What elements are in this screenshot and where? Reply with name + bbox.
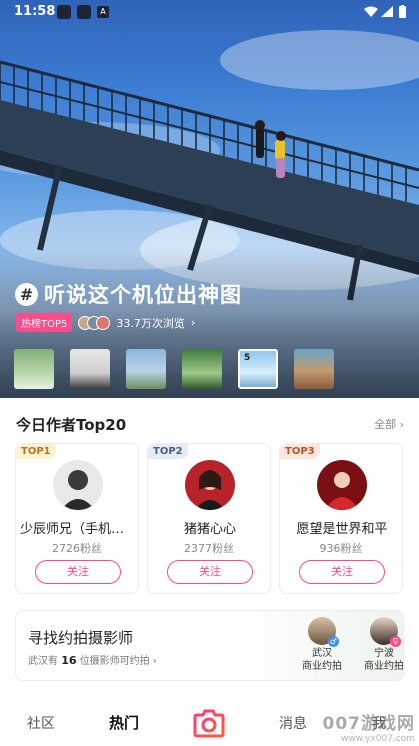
- avatar: ♀: [370, 617, 401, 647]
- avatar: [96, 315, 111, 330]
- male-icon: ♂: [328, 636, 339, 647]
- author-cards: TOP1 少辰师兄（手机摄… 2726粉丝 关注 TOP2 猪猪心心 2377粉…: [15, 443, 403, 594]
- wifi-icon: [364, 6, 378, 17]
- notification-icon: [77, 5, 91, 19]
- chevron-right-icon: ›: [190, 316, 196, 329]
- photo-thumbnail[interactable]: [126, 349, 166, 389]
- fan-count: 2726粉丝: [52, 542, 102, 555]
- topic-meta[interactable]: 热榜TOP5 33.7万次浏览 ›: [16, 313, 195, 332]
- thumbnail-index: 5: [244, 353, 251, 363]
- status-bar: 11:58 A: [0, 0, 419, 26]
- watermark-brand: 007游戏网: [322, 714, 415, 734]
- finder-subtitle-prefix: 武汉有: [28, 656, 58, 667]
- follow-button[interactable]: 关注: [299, 560, 385, 584]
- status-icons: [364, 5, 406, 18]
- rank-badge: TOP3: [280, 444, 320, 459]
- finder-title: 寻找约拍摄影师: [28, 629, 134, 647]
- author-name: 愿望是世界和平: [296, 522, 388, 537]
- photographer-tag: 商业约拍: [364, 661, 404, 672]
- photo-thumbnail[interactable]: [70, 349, 110, 389]
- photographer-count: 16: [61, 654, 77, 667]
- finder-subtitle: 武汉有 16 位摄影师可约拍 ›: [28, 652, 157, 667]
- nav-messages[interactable]: 消息: [279, 713, 307, 733]
- hot-rank-badge: 热榜TOP5: [16, 313, 73, 332]
- author-name: 少辰师兄（手机摄…: [20, 522, 136, 537]
- camera-icon[interactable]: [193, 708, 225, 738]
- photo-thumbnail-selected[interactable]: 5: [238, 349, 278, 389]
- avatar: ♂: [308, 617, 339, 647]
- author-card[interactable]: TOP2 猪猪心心 2377粉丝 关注: [147, 443, 271, 594]
- photographer-item[interactable]: ♀ 宁波 商业约拍: [354, 617, 404, 673]
- photo-thumbnail[interactable]: [14, 349, 54, 389]
- status-time: 11:58: [14, 4, 56, 19]
- avatar: [317, 460, 367, 510]
- topic-header[interactable]: # 听说这个机位出神图: [15, 279, 242, 309]
- fan-count: 936粉丝: [319, 542, 363, 555]
- hashtag-icon: #: [15, 282, 38, 306]
- top-authors-header: 今日作者Top20 全部 ›: [16, 414, 404, 434]
- viewer-avatars: [78, 315, 111, 330]
- female-icon: ♀: [390, 636, 401, 647]
- photo-thumbnail-strip: 5: [14, 349, 334, 389]
- author-card[interactable]: TOP1 少辰师兄（手机摄… 2726粉丝 关注: [15, 443, 139, 594]
- photo-thumbnail[interactable]: [294, 349, 334, 389]
- nav-community[interactable]: 社区: [27, 713, 55, 733]
- view-count: 33.7万次浏览: [116, 316, 185, 330]
- topic-title: 听说这个机位出神图: [44, 283, 242, 307]
- hero-banner[interactable]: 11:58 A # 听说这个机位出神图 热榜TOP5 33.7万次浏览 › 5: [0, 0, 419, 398]
- watermark: 007游戏网 www.yx007.com: [323, 709, 416, 744]
- section-title: 今日作者Top20: [16, 416, 127, 434]
- screen: 11:58 A # 听说这个机位出神图 热榜TOP5 33.7万次浏览 › 5 …: [0, 0, 419, 746]
- notification-icon: A: [97, 6, 109, 18]
- watermark-url: www.yx007.com: [340, 734, 415, 744]
- avatar: [53, 460, 103, 510]
- photographer-city: 武汉: [312, 648, 332, 659]
- battery-icon: [399, 6, 406, 18]
- signal-icon: [381, 6, 393, 17]
- finder-subtitle-suffix: 位摄影师可约拍 ›: [79, 656, 157, 667]
- photo-thumbnail[interactable]: [182, 349, 222, 389]
- photographer-item[interactable]: ♂ 武汉 商业约拍: [292, 617, 352, 673]
- follow-button[interactable]: 关注: [35, 560, 121, 584]
- rank-badge: TOP1: [16, 444, 56, 459]
- view-all-link[interactable]: 全部 ›: [374, 416, 404, 432]
- nav-hot[interactable]: 热门: [109, 712, 139, 733]
- find-photographer-card[interactable]: 寻找约拍摄影师 武汉有 16 位摄影师可约拍 › ♂ 武汉 商业约拍 ♀ 宁波 …: [15, 610, 404, 681]
- author-card[interactable]: TOP3 愿望是世界和平 936粉丝 关注: [279, 443, 403, 594]
- follow-button[interactable]: 关注: [167, 560, 253, 584]
- photographer-city: 宁波: [374, 648, 394, 659]
- rank-badge: TOP2: [148, 444, 188, 459]
- fan-count: 2377粉丝: [184, 542, 234, 555]
- author-name: 猪猪心心: [183, 522, 236, 537]
- notification-icon: [57, 5, 71, 19]
- photographer-tag: 商业约拍: [302, 661, 342, 672]
- bottom-nav: 社区 热门 消息 我 007游戏网 www.yx007.com: [0, 700, 419, 746]
- avatar: [185, 460, 235, 510]
